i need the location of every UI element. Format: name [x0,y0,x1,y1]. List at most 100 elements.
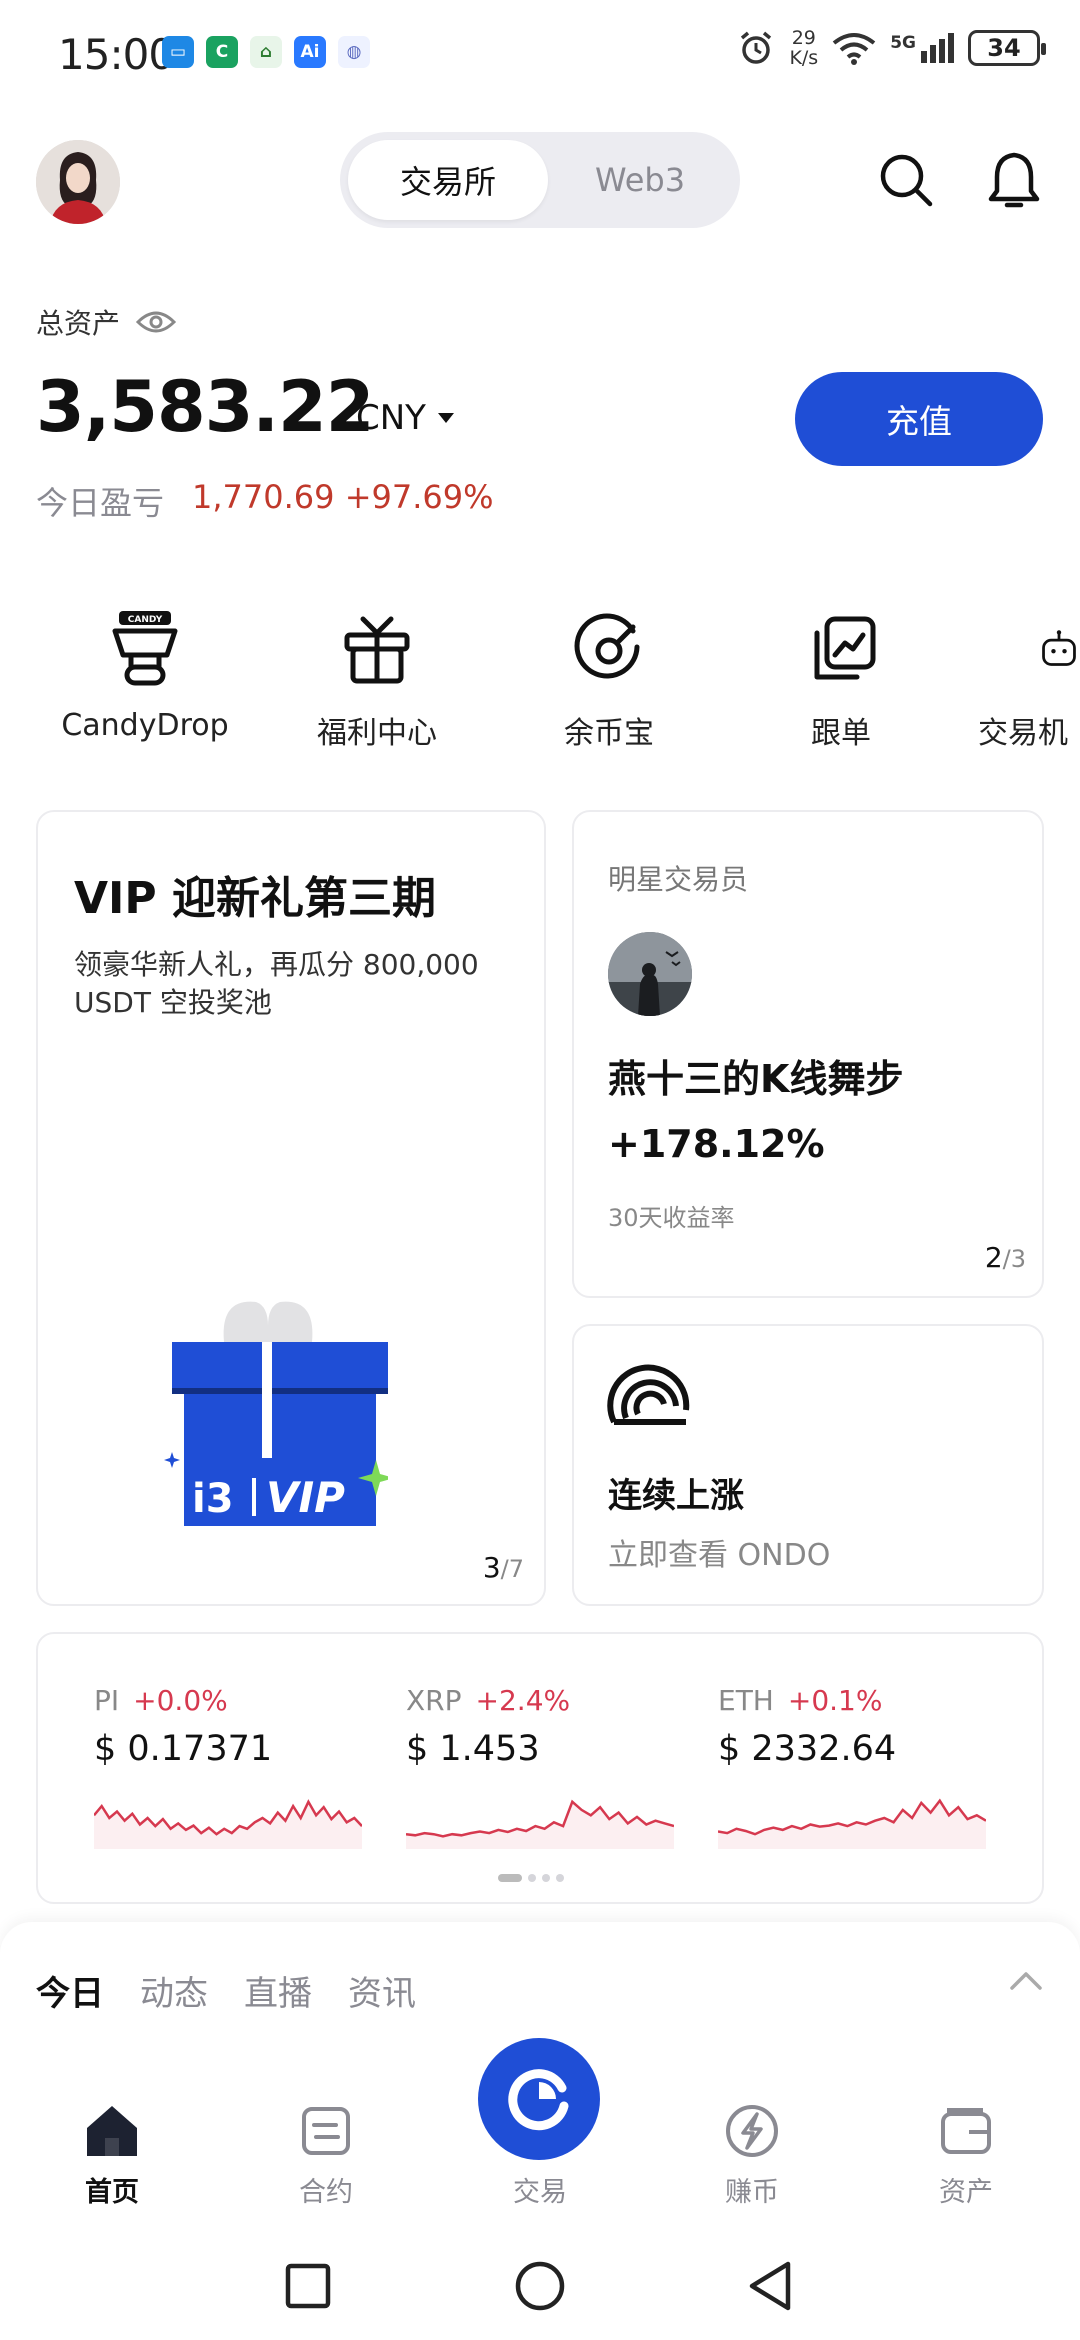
circle-icon [515,2261,565,2311]
shortcut-label: CandyDrop [61,708,229,743]
ondo-logo [606,1360,692,1450]
shortcut-label: 余币宝 [564,716,654,751]
star-trader-card[interactable]: 明星交易员 燕十三的K线舞步 +178.12% 30天收益率 2/3 [572,810,1044,1298]
recents-button[interactable] [278,2256,338,2316]
wallet-icon [941,2108,991,2154]
market-symbol: XRP [406,1684,462,1717]
total-assets-label: 总资产 [36,307,121,340]
bell-icon [988,152,1040,208]
user-avatar[interactable] [36,140,120,224]
trader-return-label: 30天收益率 [608,1204,735,1232]
market-change: +0.0% [133,1684,228,1717]
deposit-button[interactable]: 充值 [795,372,1043,466]
market-change: +0.1% [787,1684,883,1717]
network-type: 5G [890,33,916,53]
vip-badge-brand: i3 [192,1476,234,1522]
shortcut-savings[interactable]: 余币宝 [514,606,704,752]
ondo-card[interactable]: 连续上涨 立即查看 ONDO [572,1324,1044,1606]
shortcut-label: 跟单 [811,716,871,751]
shortcut-candydrop[interactable]: CANDY CandyDrop [50,606,240,743]
home-button[interactable] [510,2256,570,2316]
nav-assets[interactable]: 资产 [896,2100,1036,2209]
nav-futures[interactable]: 合约 [256,2100,396,2209]
battery-level: 34 [987,34,1021,62]
pnl-value: 1,770.69 +97.69% [192,478,494,516]
shortcut-copy-trade[interactable]: 跟单 [746,606,936,752]
ondo-title: 连续上涨 [608,1476,744,1516]
pager-total: /7 [500,1555,524,1583]
notification-button[interactable] [982,148,1046,212]
ondo-logo-icon [607,1363,690,1443]
carousel-dot [542,1874,550,1882]
trade-fab-button[interactable] [478,2038,600,2160]
tab-today[interactable]: 今日 [36,1966,104,2015]
today-pnl: 今日盈亏 1,770.69 +97.69% [36,478,494,524]
carousel-dot [498,1874,522,1882]
futures-icon [302,2107,350,2155]
status-time: 15:00 [58,30,175,79]
market-ticker-card[interactable]: PI +0.0% $ 0.17371 XRP +2.4% $ 1.453 ETH +0… [36,1632,1044,1904]
battery-icon: 34 [968,30,1046,66]
square-icon [285,2263,331,2309]
signal-icon: 5G [890,33,954,63]
vip-title: VIP 迎新礼第三期 [74,873,436,924]
carousel-dot [556,1874,564,1882]
nav-label: 赚币 [725,2177,779,2208]
star-trader-label: 明星交易员 [608,863,749,896]
svg-text:CANDY: CANDY [128,615,163,625]
copy-trade-icon [814,616,876,680]
pager-current: 2 [984,1241,1003,1274]
market-item[interactable]: ETH +0.1% $ 2332.64 [717,1684,988,1853]
trade-logo-icon [508,2069,569,2131]
market-symbol: ETH [718,1684,774,1717]
feed-tabs: 今日 动态 直播 资讯 [36,1966,416,2015]
pager-current: 3 [482,1551,501,1584]
vip-promo-card[interactable]: VIP 迎新礼第三期 领豪华新人礼，再瓜分 800,000 USDT 空投奖池 … [36,810,546,1606]
market-item[interactable]: XRP +2.4% $ 1.453 [405,1684,676,1853]
market-change: +2.4% [475,1684,571,1717]
net-speed-unit: K/s [789,47,819,69]
carousel-dot [528,1874,536,1882]
market-price: $ 0.17371 [94,1729,273,1769]
vip-badge-vip: VIP [266,1473,345,1522]
trader-return: +178.12% [608,1122,825,1166]
eye-icon[interactable] [136,308,177,336]
carousel-dots [498,1874,564,1882]
app-notification-icon: ▭ [162,36,194,68]
status-right: 29 K/s 5G 34 [737,27,1046,69]
nav-label: 合约 [299,2177,353,2208]
pager-total: /3 [1002,1245,1026,1273]
shortcut-welfare[interactable]: 福利中心 [282,606,472,752]
home-icon [87,2106,137,2156]
exchange-web3-switch: 交易所 Web3 [340,132,740,228]
market-price: $ 1.453 [406,1729,540,1769]
market-symbol: PI [94,1684,120,1717]
sparkline [93,1799,363,1849]
ondo-subtitle: 立即查看 ONDO [608,1538,831,1573]
shortcut-row: CANDY CandyDrop 福利中心 余币宝 跟单 交易机 [0,606,1080,756]
nav-label: 资产 [939,2177,993,2208]
earn-icon [726,2105,778,2157]
back-button[interactable] [740,2256,800,2316]
triangle-back-icon [749,2261,791,2311]
search-button[interactable] [874,148,938,212]
app-notification-icon: C [206,36,238,68]
tab-web3[interactable]: Web3 [550,140,730,220]
net-speed-value: 29 [791,27,816,49]
sparkline [405,1799,675,1849]
currency-selector[interactable]: CNY [356,398,456,438]
tab-news[interactable]: 资讯 [348,1966,416,2015]
tab-activity[interactable]: 动态 [140,1966,208,2015]
shortcut-bot[interactable]: 交易机 [978,606,1080,752]
nav-earn[interactable]: 赚币 [682,2100,822,2209]
alarm-icon [741,31,772,64]
tab-exchange[interactable]: 交易所 [348,140,548,220]
market-item[interactable]: PI +0.0% $ 0.17371 [93,1684,364,1853]
market-price: $ 2332.64 [718,1729,897,1769]
trader-name: 燕十三的K线舞步 [608,1057,904,1101]
savings-icon [574,613,640,679]
vip-gift-icon: i3 VIP [164,1301,394,1526]
tab-live[interactable]: 直播 [244,1966,312,2015]
chevron-up-icon[interactable] [1008,1968,1044,1992]
nav-home[interactable]: 首页 [42,2100,182,2209]
